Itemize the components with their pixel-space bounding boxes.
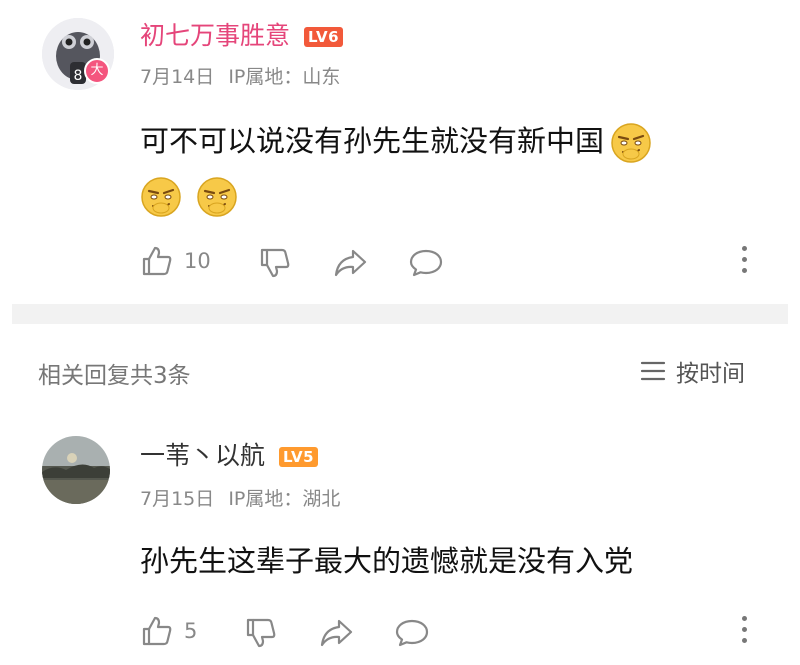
more-dot-icon <box>741 627 747 632</box>
reply-like-count: 5 <box>184 619 198 643</box>
more-dot-icon <box>741 638 747 643</box>
share-button[interactable] <box>332 246 368 280</box>
reply-share-button[interactable] <box>318 616 354 650</box>
avatar-badge-text: 大 <box>90 63 104 78</box>
thumbs-up-icon <box>140 614 174 648</box>
thumbs-down-icon <box>246 618 276 648</box>
comment-bubble-icon <box>395 619 429 647</box>
more-dot-icon <box>741 268 747 273</box>
share-icon <box>334 249 367 277</box>
level-badge: LV6 <box>303 27 344 47</box>
username[interactable]: 初七万事胜意 LV6 <box>140 16 344 52</box>
like-count: 10 <box>184 249 211 273</box>
more-dot-icon <box>741 246 747 251</box>
comment-meta: 7月14日 IP属地：山东 <box>140 62 340 89</box>
replies-count-label: 相关回复共3条 <box>38 363 191 389</box>
reply-button[interactable] <box>408 246 444 280</box>
section-divider <box>12 304 788 324</box>
more-dot-icon <box>741 616 747 621</box>
ip-location: IP属地：山东 <box>228 66 341 88</box>
reply-ip-location: IP属地：湖北 <box>228 488 341 510</box>
reply-username-text: 一苇丶以航 <box>140 441 266 470</box>
sort-label: 按时间 <box>676 361 745 387</box>
share-icon <box>320 619 353 647</box>
more-options-button[interactable] <box>740 246 748 273</box>
svg-text:8: 8 <box>74 68 83 84</box>
reply-like-button[interactable]: 5 <box>140 614 197 648</box>
comment-body: 可不可以说没有孙先生就没有新中国 <box>140 124 605 158</box>
reply-comment-button[interactable] <box>394 616 430 650</box>
thumbs-down-icon <box>260 248 290 278</box>
smirk-emoji <box>140 176 182 218</box>
comment-bubble-icon <box>409 249 443 277</box>
menu-lines-icon <box>640 360 666 382</box>
thumbs-up-icon <box>140 244 174 278</box>
sort-by-time-button[interactable]: 按时间 <box>640 354 745 388</box>
smirk-emoji <box>196 176 238 218</box>
dislike-button[interactable] <box>258 246 292 280</box>
reply-dislike-button[interactable] <box>244 616 278 650</box>
reply-avatar[interactable] <box>42 436 110 504</box>
comment-text: 可不可以说没有孙先生就没有新中国 <box>140 114 740 222</box>
like-button[interactable]: 10 <box>140 244 211 278</box>
reply-meta: 7月15日 IP属地：湖北 <box>140 484 340 511</box>
username-text: 初七万事胜意 <box>140 21 291 50</box>
reply-text: 孙先生这辈子最大的遗憾就是没有入党 <box>140 544 634 578</box>
comment-date: 7月14日 <box>140 66 215 88</box>
more-dot-icon <box>741 257 747 262</box>
reply-date: 7月15日 <box>140 488 215 510</box>
reply-username[interactable]: 一苇丶以航 LV5 <box>140 436 319 472</box>
reply-level-badge: LV5 <box>278 447 319 467</box>
smirk-emoji <box>610 122 652 164</box>
reply-avatar-image <box>42 436 110 504</box>
avatar-badge: 大 <box>84 58 110 84</box>
reply-more-options-button[interactable] <box>740 616 748 643</box>
